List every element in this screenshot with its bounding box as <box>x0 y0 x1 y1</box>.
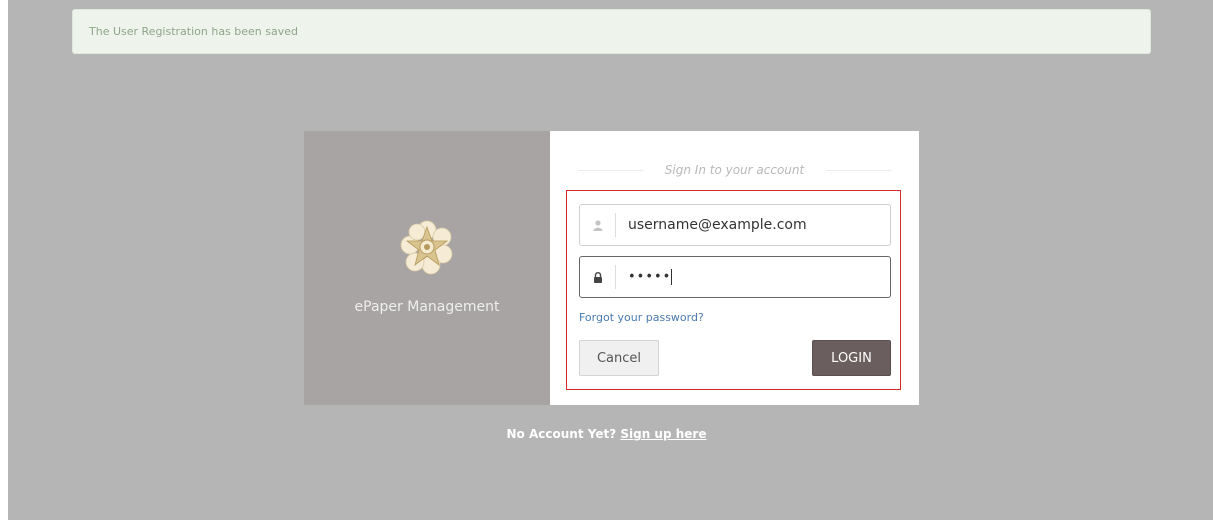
signup-text: No Account Yet? <box>506 427 617 441</box>
text-cursor <box>671 269 673 285</box>
divider <box>826 169 892 171</box>
user-icon <box>580 213 616 237</box>
signup-prompt: No Account Yet? Sign up here <box>0 427 1213 441</box>
success-alert: The User Registration has been saved <box>72 9 1151 54</box>
cancel-button[interactable]: Cancel <box>579 340 659 376</box>
password-mask: ••••• <box>628 269 672 285</box>
emblem-icon <box>400 220 453 275</box>
password-input[interactable]: ••••• <box>628 269 673 285</box>
brand-panel: ePaper Management <box>304 131 550 405</box>
username-input[interactable] <box>628 217 868 233</box>
app-name: ePaper Management <box>354 299 500 315</box>
forgot-password-link[interactable]: Forgot your password? <box>579 311 704 324</box>
login-card: Sign In to your account ••••• <box>550 131 919 405</box>
alert-message: The User Registration has been saved <box>89 25 299 38</box>
signup-link[interactable]: Sign up here <box>620 427 706 441</box>
signin-title: Sign In to your account <box>664 163 805 177</box>
password-field[interactable]: ••••• <box>579 256 891 298</box>
divider <box>578 169 643 171</box>
signin-heading: Sign In to your account <box>578 161 892 179</box>
lock-icon <box>580 265 616 289</box>
username-field[interactable] <box>579 204 891 246</box>
login-button[interactable]: LOGIN <box>812 340 891 376</box>
login-form: ••••• Forgot your password? Cancel LOGIN <box>566 190 901 390</box>
